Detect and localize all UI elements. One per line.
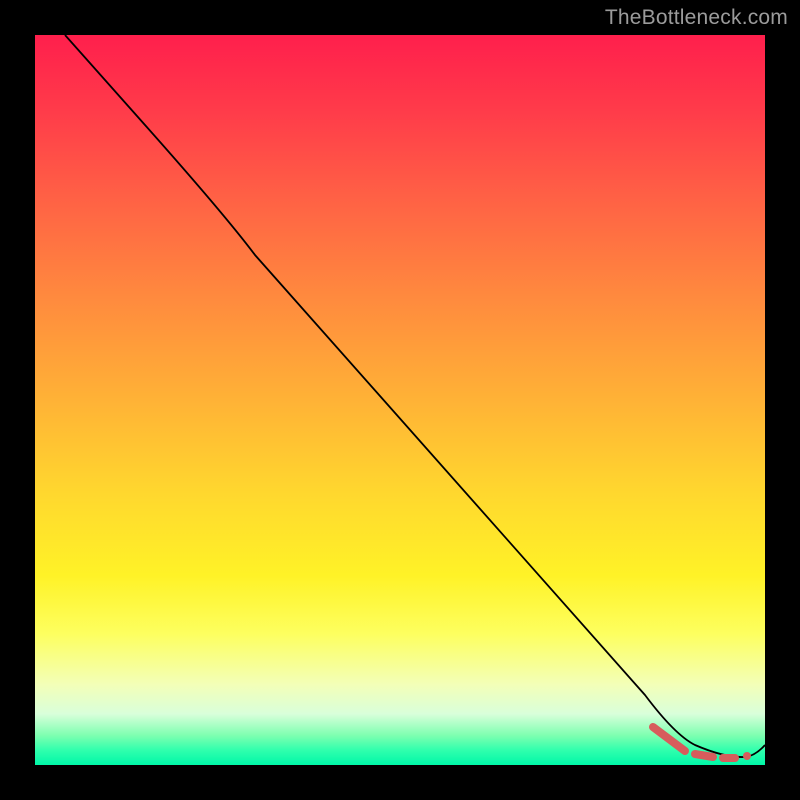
highlight-seg-1 bbox=[653, 727, 685, 751]
highlight-seg-2 bbox=[695, 754, 713, 757]
chart-frame: TheBottleneck.com bbox=[0, 0, 800, 800]
bottleneck-curve bbox=[65, 35, 765, 757]
plot-area bbox=[35, 35, 765, 765]
highlight-dot bbox=[743, 752, 751, 760]
plot-svg bbox=[35, 35, 765, 765]
watermark: TheBottleneck.com bbox=[605, 6, 788, 30]
